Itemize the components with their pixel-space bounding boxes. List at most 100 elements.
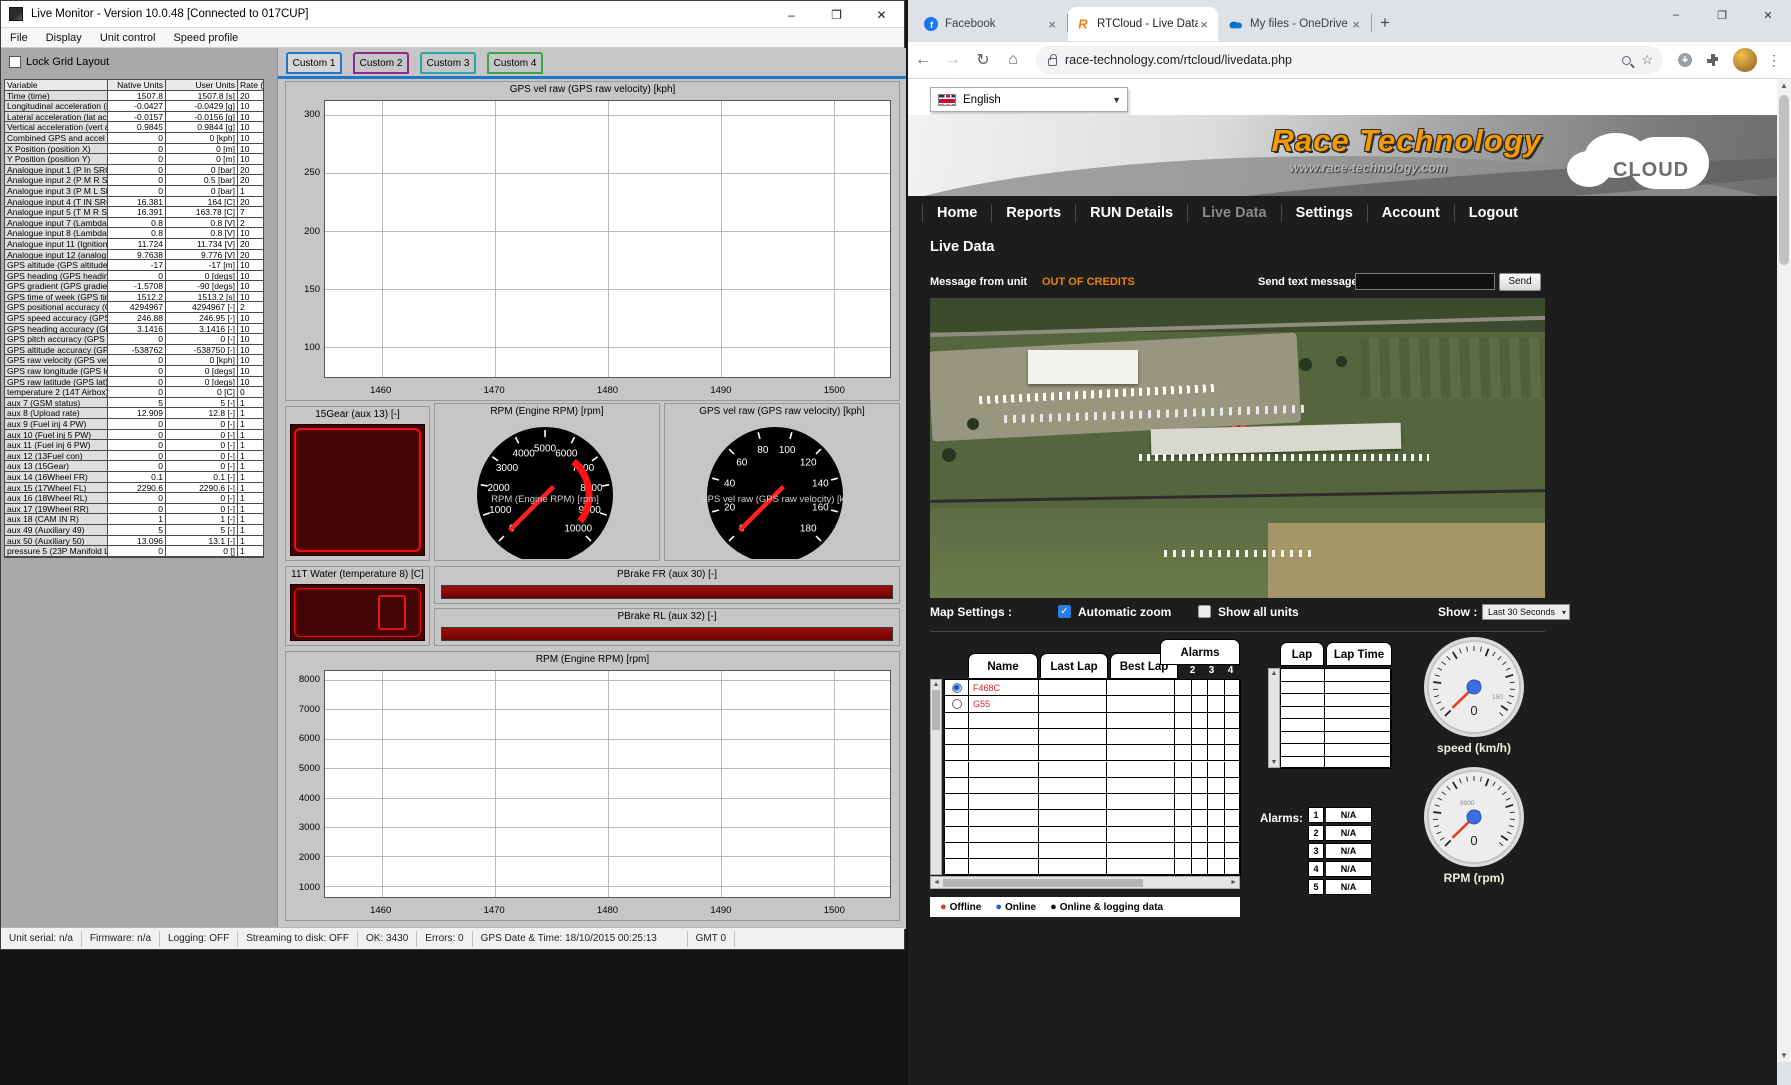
table-row[interactable]: GPS positional accuracy (G42949674294967… [5,302,263,313]
extensions-puzzle-icon[interactable] [1705,52,1721,68]
tab-custom-4[interactable]: Custom 4 [487,52,543,74]
table-row[interactable]: Vertical acceleration (vert a0.98450.984… [5,122,263,133]
new-tab-icon[interactable]: + [1380,13,1390,33]
table-row[interactable]: Lateral acceleration (lat acc-0.0157-0.0… [5,112,263,123]
unit-row[interactable] [945,794,1239,810]
back-icon[interactable]: ← [908,51,938,69]
close-icon[interactable]: ✕ [859,1,904,28]
table-row[interactable]: Analogue input 3 (P M L SR00 [bar]1 [5,186,263,197]
table-row[interactable]: aux 9 (Fuel inj 4 PW)00 [-]1 [5,419,263,430]
unit-row[interactable] [945,713,1239,729]
table-row[interactable]: aux 15 (17Wheel FL)2290.62290.6 [-]1 [5,483,263,494]
unit-row[interactable] [945,843,1239,859]
unit-row[interactable] [945,827,1239,843]
page-scrollbar[interactable]: ▲ ▼ [1777,79,1791,1062]
lap-scrollbar[interactable]: ▲▼ [1268,668,1280,768]
text-message-input[interactable] [1355,273,1495,290]
table-row[interactable]: aux 16 (18Wheel RL)00 [-]1 [5,493,263,504]
table-row[interactable]: GPS heading accuracy (GP3.14163.1416 [-]… [5,324,263,335]
scroll-up-icon[interactable]: ▲ [931,681,941,688]
table-row[interactable]: Analogue input 12 (analog 19.76389.776 [… [5,250,263,261]
unit-radio[interactable] [952,683,962,693]
browser-tab-onedrive[interactable]: My files - OneDrive× [1220,7,1370,41]
units-scrollbar[interactable]: ▲ [930,679,942,875]
tab-close-icon[interactable]: × [1046,17,1058,32]
browser-menu-icon[interactable]: ⋮ [1767,52,1781,69]
scroll-thumb[interactable] [932,690,940,730]
menu-item-speed-profile[interactable]: Speed profile [164,32,247,44]
table-row[interactable]: aux 18 (CAM IN R)11 [-]1 [5,514,263,525]
table-row[interactable]: Analogue input 5 (T M R SR16.391163.78 [… [5,207,263,218]
browser-tab-rtcloud[interactable]: RRTCloud - Live Data× [1068,7,1218,41]
minimize-icon[interactable]: – [769,1,814,28]
language-select[interactable]: English ▼ [930,87,1128,112]
monitor-titlebar[interactable]: Live Monitor - Version 10.0.48 [Connecte… [1,1,904,28]
table-row[interactable]: Analogue input 1 (P In SRO00 [bar]20 [5,165,263,176]
table-row[interactable]: GPS raw velocity (GPS vel00 [kph]10 [5,355,263,366]
table-row[interactable]: aux 11 (Fuel inj 6 PW)00 [-]1 [5,440,263,451]
nav-settings[interactable]: Settings [1281,204,1367,222]
scroll-up-icon[interactable]: ▲ [1269,670,1279,677]
tab-custom-1[interactable]: Custom 1 [286,52,342,74]
nav-home[interactable]: Home [922,204,991,222]
google-map[interactable]: Google Imagery ©2020 , CNES / Airbus, Ge… [930,298,1545,598]
table-row[interactable]: aux 13 (15Gear)00 [-]1 [5,461,263,472]
table-row[interactable]: GPS speed accuracy (GPS246.88246.95 [-]1… [5,313,263,324]
table-row[interactable]: aux 50 (Auxiliary 50)13.09613.1 [-]1 [5,536,263,547]
table-row[interactable]: Combined GPS and accel (s00 [kph]10 [5,133,263,144]
table-row[interactable]: aux 10 (Fuel inj 5 PW)00 [-]1 [5,430,263,441]
unit-row[interactable] [945,810,1239,826]
tab-close-icon[interactable]: × [1350,17,1362,32]
nav-account[interactable]: Account [1367,204,1454,222]
address-bar[interactable]: race-technology.com/rtcloud/livedata.php… [1036,46,1663,74]
scroll-left-icon[interactable]: ◄ [933,879,940,886]
table-row[interactable]: GPS altitude accuracy (GPS-538762-538750… [5,345,263,356]
menu-item-file[interactable]: File [1,32,37,44]
nav-run-details[interactable]: RUN Details [1075,204,1187,222]
browser-tab-facebook[interactable]: fFacebook× [916,7,1066,41]
lock-grid-layout[interactable]: Lock Grid Layout [9,56,109,68]
table-row[interactable]: Analogue input 11 (Ignition11.72411.734 … [5,239,263,250]
show-range-dropdown[interactable]: Last 30 Seconds [1482,604,1570,620]
lock-grid-checkbox[interactable] [9,56,21,68]
table-row[interactable]: aux 8 (Upload rate)12.90912.8 [-]1 [5,408,263,419]
table-row[interactable]: Time (time)1507.81507.8 [s]20 [5,91,263,102]
nav-logout[interactable]: Logout [1454,204,1532,222]
profile-avatar[interactable] [1733,48,1757,72]
scroll-thumb[interactable] [1779,95,1789,265]
tab-close-icon[interactable]: × [1198,17,1210,32]
tab-custom-2[interactable]: Custom 2 [353,52,409,74]
maximize-icon[interactable]: ❐ [814,1,859,28]
menu-item-display[interactable]: Display [37,32,91,44]
browser-close-icon[interactable]: ✕ [1745,0,1791,30]
url-text[interactable]: race-technology.com/rtcloud/livedata.php [1065,53,1612,67]
table-row[interactable]: temperature 2 (14T Airbox)00 [C]0 [5,387,263,398]
unit-row[interactable] [945,778,1239,794]
menu-item-unit-control[interactable]: Unit control [91,32,165,44]
bookmark-star-icon[interactable]: ☆ [1641,52,1653,68]
home-icon[interactable]: ⌂ [998,51,1028,69]
show-all-units-checkbox[interactable] [1198,605,1211,618]
unit-row[interactable] [945,745,1239,761]
scroll-down-icon[interactable]: ▼ [1777,1051,1791,1060]
table-row[interactable]: aux 14 (16Wheel FR)0.10.1 [-]1 [5,472,263,483]
automatic-zoom-checkbox[interactable]: ✓ [1058,605,1071,618]
table-row[interactable]: Analogue input 8 (Lambda L0.80.8 [V]10 [5,228,263,239]
table-row[interactable]: GPS heading (GPS heading00 [degs]10 [5,271,263,282]
unit-row[interactable]: G55 [945,696,1239,712]
scroll-up-icon[interactable]: ▲ [1777,81,1791,90]
table-row[interactable]: GPS raw longitude (GPS lor00 [degs]10 [5,366,263,377]
table-row[interactable]: aux 49 (Auxiliary 49)55 [-]1 [5,525,263,536]
table-row[interactable]: X Position (position X)00 [m]10 [5,144,263,155]
unit-radio[interactable] [952,699,962,709]
table-row[interactable]: GPS raw latitude (GPS lat)00 [degs]10 [5,377,263,388]
reload-icon[interactable]: ↻ [968,50,998,70]
table-row[interactable]: Analogue input 7 (Lambda F0.80.8 [V]2 [5,218,263,229]
browser-minimize-icon[interactable]: – [1653,0,1699,30]
send-button[interactable]: Send [1499,273,1541,291]
table-row[interactable]: aux 7 (GSM status)55 [-]1 [5,398,263,409]
table-row[interactable]: aux 12 (13Fuel con)00 [-]1 [5,451,263,462]
table-row[interactable]: aux 17 (19Wheel RR)00 [-]1 [5,504,263,515]
scroll-down-icon[interactable]: ▼ [1269,759,1279,766]
download-icon[interactable] [1677,52,1693,68]
